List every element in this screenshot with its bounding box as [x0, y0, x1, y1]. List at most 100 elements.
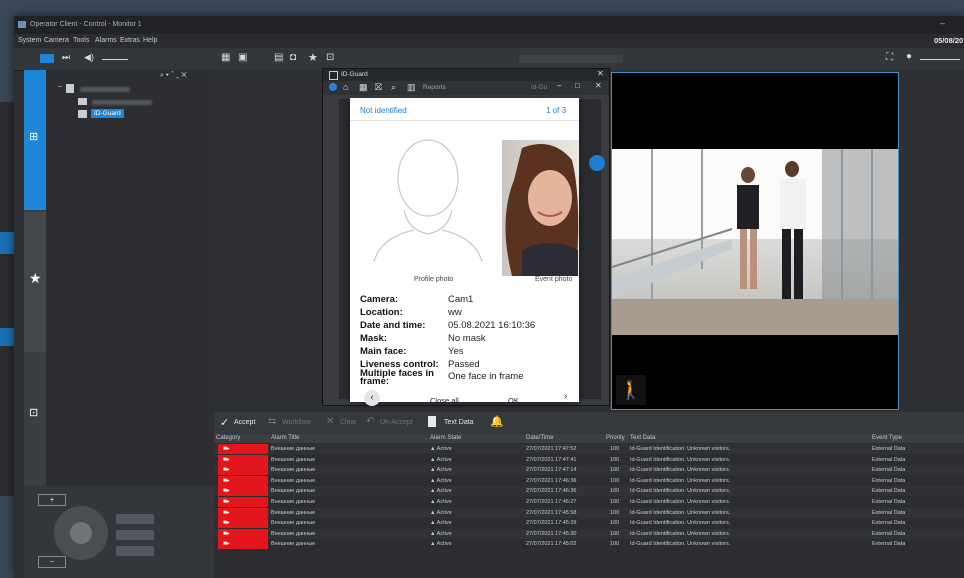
minimize-button[interactable]: – — [940, 18, 945, 28]
tab-favorites[interactable]: ★ — [24, 212, 46, 352]
zoom-slider[interactable] — [920, 59, 960, 60]
video-pane[interactable]: 🚶 — [611, 72, 899, 410]
accept-button[interactable]: Accept — [234, 419, 255, 426]
previous-button[interactable]: ‹ — [364, 390, 380, 406]
snapshot-icon[interactable]: ◘ — [290, 52, 296, 63]
building-icon[interactable]: ▥ — [407, 82, 416, 93]
workflow-icon: ⇆ — [268, 416, 277, 427]
next-button[interactable]: › — [564, 391, 567, 402]
table-row[interactable]: ■▸ Внешние данные ▲ Active 27/07/2021 17:46… — [214, 475, 964, 486]
workflow-button[interactable]: Workflow — [282, 419, 311, 426]
alarm-state-label: Active — [436, 456, 452, 463]
grid-icon[interactable]: ▦ — [359, 82, 368, 93]
unaccept-button[interactable]: Un-Accept — [380, 419, 413, 426]
category-badge: ■▸ — [218, 497, 268, 507]
idguard-close-icon[interactable]: ✕ — [597, 69, 604, 78]
bell-icon[interactable]: 🔔 — [490, 415, 504, 428]
ptz-aux-buttons[interactable] — [116, 530, 154, 540]
volume-icon[interactable]: ◀) — [84, 52, 94, 63]
table-row[interactable]: ■▸ Внешние данные ▲ Active 27/07/2021 17:47… — [214, 465, 964, 476]
category-badge: ■▸ — [218, 486, 268, 497]
alarm-priority: 100 — [610, 541, 620, 548]
table-row[interactable]: ■▸ Внешние данные ▲ Active 27/07/2021 17:45… — [214, 507, 964, 518]
ptz-center[interactable] — [70, 522, 92, 544]
woman-figure — [737, 167, 759, 289]
playback-controls[interactable] — [519, 55, 623, 63]
table-row[interactable]: ■▸ Внешние данные ▲ Active 27/07/2021 17:46… — [214, 486, 964, 497]
tab-logical-tree[interactable]: ⊞ — [24, 70, 46, 210]
ptz-preset-buttons[interactable] — [116, 514, 154, 524]
alarm-state-label: Active — [436, 477, 452, 484]
reports-link[interactable]: Reports — [423, 84, 446, 91]
table-row[interactable]: ■▸ Внешние данные ▲ Active 27/07/2021 17:45… — [214, 528, 964, 539]
column-category[interactable]: Category — [216, 435, 240, 441]
table-row[interactable]: ■▸ Внешние данные ▲ Active 27/07/2021 17:45… — [214, 539, 964, 550]
layout-icon[interactable]: ▦ — [221, 52, 230, 63]
table-row[interactable]: ■▸ Внешние данные ▲ Active 27/07/2021 17:47… — [214, 454, 964, 465]
menu-camera[interactable]: Camera — [44, 37, 69, 44]
close-all-button[interactable]: Close all — [430, 396, 459, 405]
column-text-data[interactable]: Text Data — [630, 435, 655, 441]
ptz-focus-buttons[interactable] — [116, 546, 154, 556]
table-row[interactable]: ■▸ Внешние данные ▲ Active 27/07/2021 17:47… — [214, 444, 964, 454]
event-photo-caption: Event photo — [535, 276, 573, 283]
home-icon[interactable]: ⌂ — [343, 82, 348, 92]
volume-slider[interactable] — [102, 59, 128, 60]
table-row[interactable]: ■▸ Внешние данные ▲ Active 27/07/2021 17:46… — [214, 497, 964, 507]
menu-alarms[interactable]: Alarms — [95, 37, 117, 44]
idguard-toolbar: ⌂ ▦ ⛝ ⌕ ▥ Reports Id-Gu – □ ✕ — [323, 81, 609, 95]
multiple-faces-label: Multiple faces in frame: — [360, 368, 434, 387]
collapse-icon[interactable]: − — [58, 84, 62, 91]
column-alarm-state[interactable]: Alarm State — [430, 435, 461, 441]
alarm-state-icon: ▲ — [430, 509, 437, 516]
panel-close-icon[interactable]: ✕ — [595, 81, 602, 90]
zoom-out-button[interactable]: − — [38, 556, 66, 568]
action-fab[interactable] — [589, 155, 605, 171]
alarm-state-label: Active — [436, 499, 452, 505]
alarm-state-icon: ▲ — [430, 520, 437, 527]
favorite-icon[interactable]: ★ — [308, 51, 318, 64]
category-badge: ■▸ — [218, 507, 268, 518]
alarm-text: Id-Guard Identification. Unknown visitor… — [630, 477, 731, 484]
panel-maximize-icon[interactable]: □ — [575, 81, 580, 90]
menu-help[interactable]: Help — [143, 37, 157, 44]
expand-icon[interactable]: ⛶ — [886, 52, 893, 63]
alarm-state-label: Active — [436, 520, 452, 527]
column-alarm-title[interactable]: Alarm Title — [271, 435, 299, 441]
window-icon[interactable]: ▣ — [238, 52, 247, 63]
tab-monitors[interactable]: ⊡ — [24, 354, 46, 500]
camera-icon: ■▸ — [223, 488, 230, 495]
alarm-table-header: Category Alarm Title Alarm State Date/Ti… — [214, 434, 964, 443]
menu-system[interactable]: System — [18, 37, 41, 44]
column-event-type[interactable]: Event Type — [872, 435, 902, 441]
menu-tools[interactable]: Tools — [73, 37, 89, 44]
fullscreen-icon[interactable]: ⊡ — [326, 52, 334, 63]
camera-icon: ■▸ — [223, 541, 230, 548]
alarm-text: Id-Guard Identification. Unknown visitor… — [630, 467, 731, 474]
alarm-event-type: External Data — [872, 530, 906, 537]
profile-photo — [364, 126, 492, 263]
zoom-in-button[interactable]: + — [38, 494, 66, 506]
ok-button[interactable]: OK — [508, 396, 519, 405]
alarm-state: ▲ Active — [430, 457, 452, 463]
menu-extras[interactable]: Extras — [120, 37, 140, 44]
camera-mode-icon[interactable] — [40, 54, 54, 63]
server-name-blurred — [80, 87, 130, 92]
panel-minimize-icon[interactable]: – — [557, 81, 561, 90]
search-icon[interactable]: ⌕ — [391, 82, 396, 93]
person-icon[interactable]: ⛝ — [375, 82, 382, 93]
column-datetime[interactable]: Date/Time — [526, 435, 553, 441]
alarm-event-type: External Data — [872, 541, 906, 548]
playback-icon[interactable]: ⏭ — [62, 52, 70, 63]
print-icon[interactable]: ▤ — [274, 52, 283, 63]
alarm-text: Id-Guard Identification. Unknown visitor… — [630, 446, 731, 452]
text-data-button[interactable]: Text Data — [444, 419, 474, 426]
alarm-datetime: 27/07/2021 17:45:58 — [526, 509, 577, 516]
clear-button[interactable]: Clear — [340, 419, 357, 426]
zoom-icon[interactable]: ● — [906, 51, 912, 62]
tree-item-idguard[interactable]: ID-Guard — [91, 109, 124, 118]
alarm-state-label: Active — [436, 530, 452, 537]
search-icon[interactable]: ⌕ ▾ ⌃ ⌄ ✕ — [160, 72, 187, 80]
column-priority[interactable]: Priority — [606, 435, 625, 441]
table-row[interactable]: ■▸ Внешние данные ▲ Active 27/07/2021 17:45… — [214, 518, 964, 529]
